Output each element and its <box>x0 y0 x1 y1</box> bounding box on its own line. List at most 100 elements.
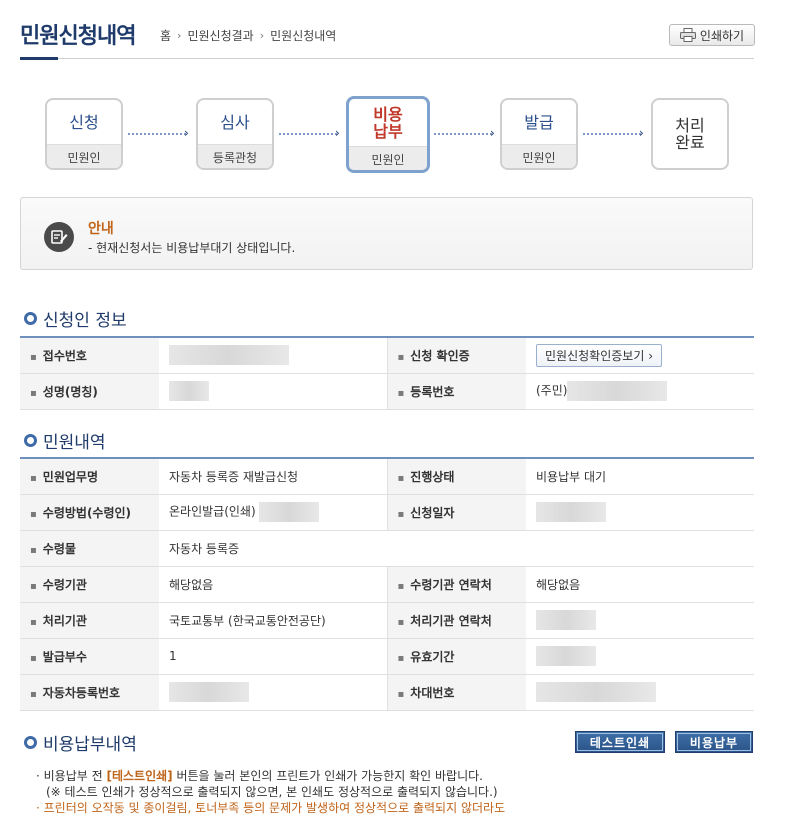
section-fee-heading: 비용납부내역 <box>24 730 137 755</box>
cell-label: 수령방법(수령인) <box>20 494 159 531</box>
step-connector <box>279 133 337 135</box>
section-title: 신청인 정보 <box>43 311 127 331</box>
cell-label: 자동차등록번호 <box>20 674 159 711</box>
cell-value: 국토교통부 (한국교통안전공단) <box>159 602 388 639</box>
table-row: 처리기관 국토교통부 (한국교통안전공단) 처리기관 연락처 <box>20 602 754 639</box>
breadcrumb-current: 민원신청내역 <box>270 29 337 43</box>
step-label: 비용 납부 <box>373 104 403 141</box>
reg-no-label: 등록번호 <box>387 373 526 410</box>
notice-title: 안내 <box>88 221 114 237</box>
cell-label: 수령기관 연락처 <box>387 566 526 603</box>
cell-label: 민원업무명 <box>20 457 159 495</box>
section-applicant-heading: 신청인 정보 <box>24 306 127 331</box>
name-label: 성명(명칭) <box>20 373 159 410</box>
section-title: 비용납부내역 <box>43 735 137 755</box>
cell-label: 유효기간 <box>387 638 526 675</box>
table-row: 수령기관 해당없음 수령기관 연락처 해당없음 <box>20 566 754 603</box>
step-sub: 민원인 <box>502 144 576 168</box>
cell-value <box>159 674 388 711</box>
cell-value: 비용납부 대기 <box>526 457 754 495</box>
receipt-no-label: 접수번호 <box>20 336 159 374</box>
fee-note-3: · 프린터의 오작동 및 종이걸림, 토너부족 등의 문제가 발생하여 정상적으… <box>36 801 506 815</box>
cell-label: 신청일자 <box>387 494 526 531</box>
table-row: 자동차등록번호 차대번호 <box>20 674 754 711</box>
cell-value <box>526 638 754 675</box>
section-bullet-icon <box>24 312 37 325</box>
cell-value <box>526 602 754 639</box>
notice-box <box>20 197 753 270</box>
step-connector <box>128 133 186 135</box>
notice-text: - 현재신청서는 비용납부대기 상태입니다. <box>88 241 296 255</box>
cell-label: 수령기관 <box>20 566 159 603</box>
section-civil-heading: 민원내역 <box>24 428 106 453</box>
cell-value: 온라인발급(인쇄) <box>159 494 388 531</box>
section-title: 민원내역 <box>43 433 106 453</box>
step-connector <box>583 133 641 135</box>
note-text: · 비용납부 전 <box>36 769 107 783</box>
cell-value <box>526 674 754 711</box>
reg-no-value: (주민) <box>526 373 754 410</box>
table-row: 수령물 자동차 등록증 <box>20 530 754 567</box>
cell-value: 자동차 등록증 <box>159 530 754 567</box>
title-accent <box>20 57 58 60</box>
step-connector <box>434 133 492 135</box>
page-title: 민원신청내역 <box>20 24 136 49</box>
print-button[interactable]: 인쇄하기 <box>669 24 755 46</box>
step-label: 신청 <box>69 112 99 132</box>
step-label: 발급 <box>524 112 554 132</box>
cell-label: 진행상태 <box>387 457 526 495</box>
cell-label: 발급부수 <box>20 638 159 675</box>
cell-label: 처리기관 <box>20 602 159 639</box>
step-label: 심사 <box>220 112 250 132</box>
chevron-right-icon: › <box>177 29 182 42</box>
name-value <box>159 373 388 410</box>
step-sub: 민원인 <box>47 144 121 168</box>
cell-value <box>526 494 754 531</box>
breadcrumb-result[interactable]: 민원신청결과 <box>187 27 253 44</box>
note-text: 버튼을 눌러 본인의 프린트가 인쇄가 가능한지 확인 바랍니다. <box>172 769 483 783</box>
cell-label: 차대번호 <box>387 674 526 711</box>
print-label: 인쇄하기 <box>699 28 745 43</box>
confirm-view-label: 민원신청확인증보기 <box>545 348 645 363</box>
breadcrumb: 홈 › 민원신청결과 › 민원신청내역 <box>160 27 336 44</box>
arrow-right-icon: › <box>184 126 189 140</box>
confirm-view-button[interactable]: 민원신청확인증보기 › <box>536 343 662 367</box>
table-row: 성명(명칭) 등록번호 (주민) <box>20 373 754 410</box>
cell-value: 해당없음 <box>526 566 754 603</box>
receive-method: 온라인발급(인쇄) <box>169 504 256 519</box>
section-bullet-icon <box>24 736 37 749</box>
arrow-right-icon: › <box>639 126 644 140</box>
arrow-right-icon: › <box>490 126 495 140</box>
step-apply: 신청 민원인 <box>45 98 123 170</box>
cell-value: 1 <box>159 638 388 675</box>
cell-value: 자동차 등록증 재발급신청 <box>159 457 388 495</box>
table-row: 수령방법(수령인) 온라인발급(인쇄) 신청일자 <box>20 494 754 531</box>
breadcrumb-home[interactable]: 홈 <box>160 27 171 44</box>
printer-icon <box>679 28 696 42</box>
section-bullet-icon <box>24 434 37 447</box>
cell-label: 수령물 <box>20 530 159 567</box>
fee-note-2: (※ 테스트 인쇄가 정상적으로 출력되지 않으면, 본 인쇄도 정상적으로 출… <box>46 785 498 799</box>
arrow-right-icon: › <box>335 126 340 140</box>
chevron-right-icon: › <box>259 29 265 42</box>
step-review: 심사 등록관청 <box>196 98 274 170</box>
table-row: 접수번호 신청 확인증 민원신청확인증보기 › <box>20 336 754 374</box>
step-issue: 발급 민원인 <box>500 98 578 170</box>
fee-notes: · 비용납부 전 [테스트인쇄] 버튼을 눌러 본인의 프린트가 인쇄가 가능한… <box>36 768 505 816</box>
pencil-note-icon <box>44 222 74 252</box>
table-row: 발급부수 1 유효기간 <box>20 638 754 675</box>
test-print-button[interactable]: 테스트인쇄 <box>575 731 665 753</box>
receipt-no-value <box>159 336 388 374</box>
fee-note-1: · 비용납부 전 [테스트인쇄] 버튼을 눌러 본인의 프린트가 인쇄가 가능한… <box>36 768 505 784</box>
cell-label: 처리기관 연락처 <box>387 602 526 639</box>
step-sub: 등록관청 <box>198 144 272 168</box>
reg-no-prefix: (주민) <box>536 383 568 398</box>
applicant-table: 접수번호 신청 확인증 민원신청확인증보기 › 성명(명칭) 등록번호 (주민) <box>20 336 754 410</box>
confirm-label: 신청 확인증 <box>387 336 526 374</box>
step-label: 처리 완료 <box>675 116 705 152</box>
note-highlight: [테스트인쇄] <box>106 769 173 783</box>
step-payment: 비용 납부 민원인 <box>346 96 430 173</box>
pay-button[interactable]: 비용납부 <box>675 731 753 753</box>
confirm-cell: 민원신청확인증보기 › <box>526 336 754 374</box>
cell-value: 해당없음 <box>159 566 388 603</box>
